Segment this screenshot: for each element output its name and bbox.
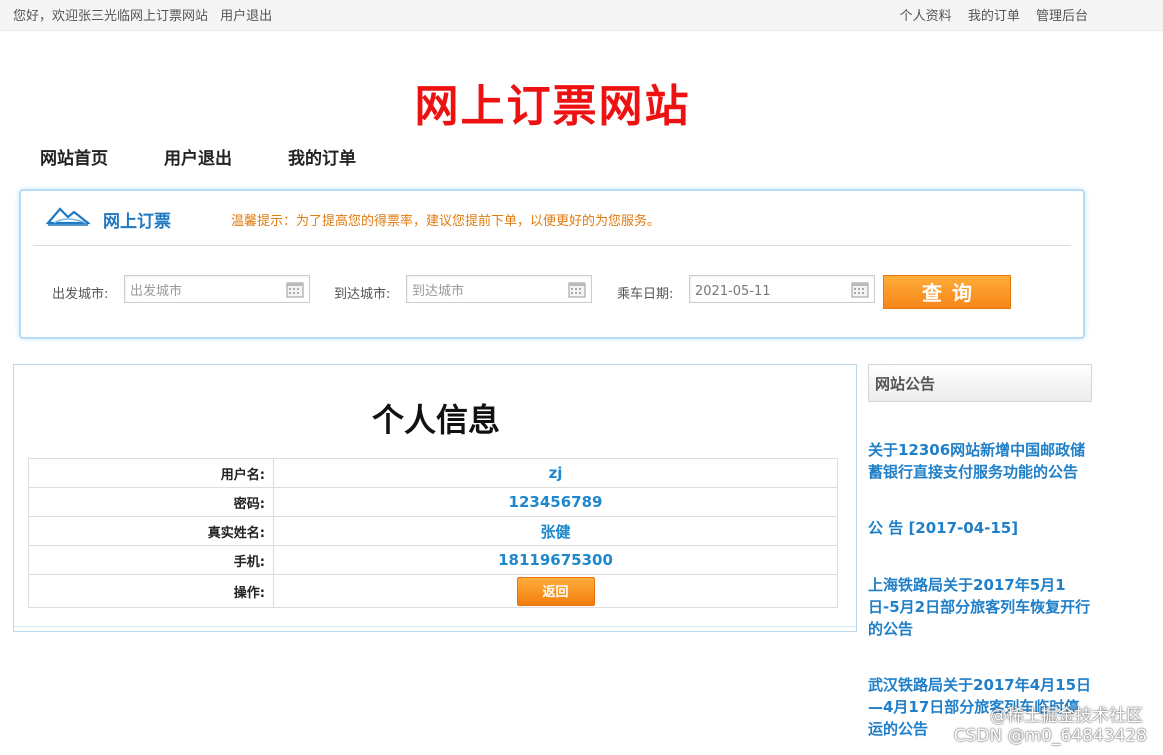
from-city-input[interactable] xyxy=(128,278,282,304)
calendar-icon[interactable] xyxy=(286,281,304,302)
notice-item[interactable]: 公 告 [2017-04-15] xyxy=(868,517,1092,539)
table-row: 密码: 123456789 xyxy=(28,487,838,517)
username-value: zj xyxy=(273,458,838,488)
to-city-input[interactable] xyxy=(410,278,564,304)
date-input[interactable] xyxy=(693,278,847,304)
top-bar: 您好，欢迎张三光临网上订票网站 用户退出 个人资料 我的订单 管理后台 xyxy=(0,0,1163,31)
nav-item-orders[interactable]: 我的订单 xyxy=(288,144,356,169)
date-label: 乘车日期: xyxy=(617,287,674,302)
phone-label: 手机: xyxy=(28,545,274,575)
notice-item[interactable]: 关于12306网站新增中国邮政储蓄银行直接支付服务功能的公告 xyxy=(868,439,1092,483)
train-logo-icon xyxy=(45,203,92,231)
back-button[interactable]: 返回 xyxy=(516,576,595,606)
table-row: 真实姓名: 张健 xyxy=(28,516,838,546)
calendar-icon[interactable] xyxy=(568,281,586,302)
my-orders-link[interactable]: 我的订单 xyxy=(968,9,1020,24)
password-value: 123456789 xyxy=(273,487,838,517)
booking-divider xyxy=(33,245,1071,246)
top-bar-right: 个人资料 我的订单 管理后台 xyxy=(888,5,1088,24)
to-city-field[interactable] xyxy=(406,275,592,304)
watermark-line-2: CSDN @m0_64843428 xyxy=(953,726,1147,746)
date-field[interactable] xyxy=(689,275,875,304)
top-logout-link[interactable]: 用户退出 xyxy=(220,9,272,24)
action-cell: 返回 xyxy=(273,574,838,608)
realname-label: 真实姓名: xyxy=(28,516,274,546)
profile-table: 用户名: zj 密码: 123456789 真实姓名: 张健 手机: 18119… xyxy=(28,458,838,608)
profile-title: 个人信息 xyxy=(371,401,500,439)
site-title: 网上订票网站 xyxy=(414,81,691,132)
booking-title: 网上订票 xyxy=(103,212,171,232)
from-city-label: 出发城市: xyxy=(52,287,109,302)
search-button[interactable]: 查询 xyxy=(883,275,1011,309)
realname-value: 张健 xyxy=(273,516,838,546)
table-row: 手机: 18119675300 xyxy=(28,545,838,575)
welcome-text: 您好，欢迎张三光临网上订票网站 xyxy=(13,9,209,24)
username-label: 用户名: xyxy=(28,458,274,488)
profile-panel: 个人信息 用户名: zj 密码: 123456789 真实姓名: 张健 手机: … xyxy=(13,364,857,632)
password-label: 密码: xyxy=(28,487,274,517)
to-city-label: 到达城市: xyxy=(334,287,391,302)
action-label: 操作: xyxy=(28,574,274,608)
table-row: 操作: 返回 xyxy=(28,574,838,608)
panel-bottom-line xyxy=(14,626,856,627)
notice-item[interactable]: 上海铁路局关于2017年5月1日-5月2日部分旅客列车恢复开行的公告 xyxy=(868,574,1092,640)
table-row: 用户名: zj xyxy=(28,458,838,488)
admin-link[interactable]: 管理后台 xyxy=(1036,9,1088,24)
from-city-field[interactable] xyxy=(124,275,310,304)
booking-tip: 温馨提示：为了提高您的得票率，建议您提前下单，以便更好的为您服务。 xyxy=(231,214,661,229)
profile-link[interactable]: 个人资料 xyxy=(900,9,952,24)
nav-item-home[interactable]: 网站首页 xyxy=(40,144,108,169)
nav-item-logout[interactable]: 用户退出 xyxy=(164,144,232,169)
calendar-icon[interactable] xyxy=(851,281,869,302)
booking-panel: 网上订票 温馨提示：为了提高您的得票率，建议您提前下单，以便更好的为您服务。 出… xyxy=(19,189,1085,339)
phone-value: 18119675300 xyxy=(273,545,838,575)
notices-header: 网站公告 xyxy=(868,364,1092,402)
watermark-line-1: @稀土掘金技术社区 xyxy=(990,706,1143,726)
top-bar-left: 您好，欢迎张三光临网上订票网站 用户退出 xyxy=(13,5,280,24)
